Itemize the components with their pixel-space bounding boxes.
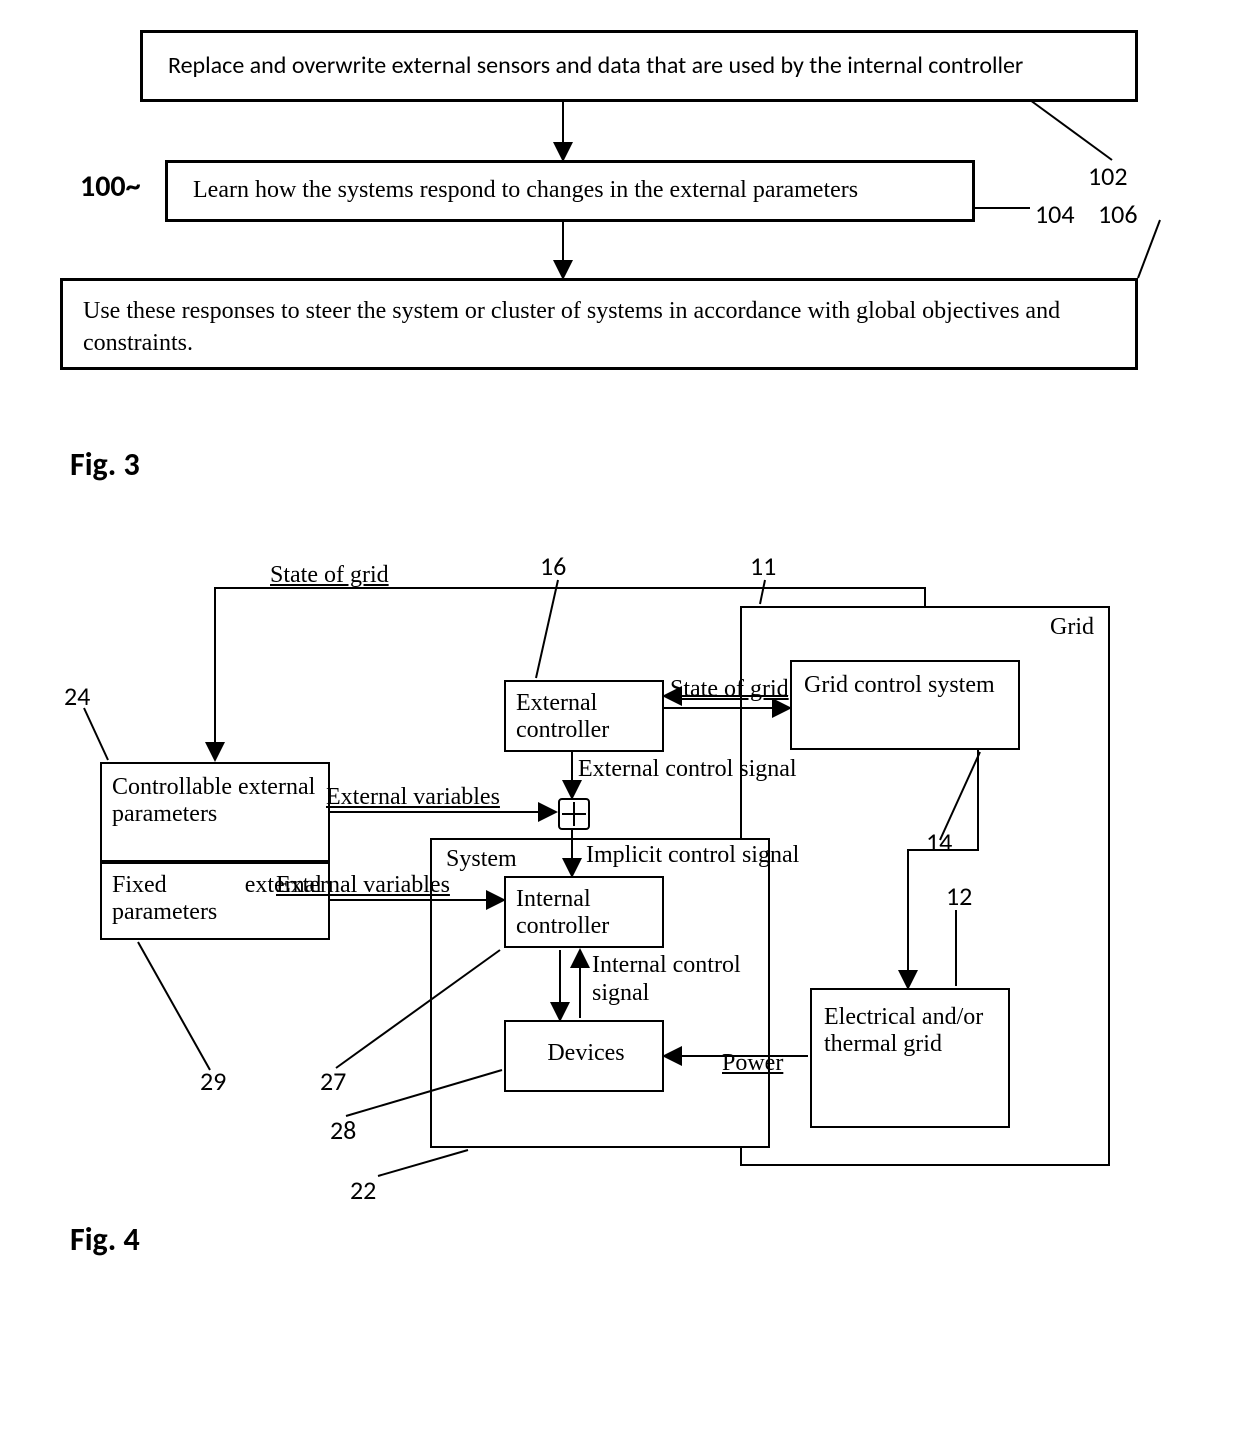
state-of-grid-label: State of grid [270, 562, 389, 589]
fig3-step-3: Use these responses to steer the system … [60, 278, 1138, 370]
fig4-caption: Fig. 4 [70, 1220, 140, 1259]
fig3-step-2: Learn how the systems respond to changes… [165, 160, 975, 222]
electrical-thermal-grid: Electrical and/or thermal grid [810, 988, 1010, 1128]
internal-controller: Internal controller [504, 876, 664, 948]
internal-control-signal-label: Internal control signal [592, 952, 782, 1007]
state-of-grid-label-2: State of grid [670, 676, 780, 702]
fig3-ref-106: 106 [1098, 198, 1138, 230]
internal-controller-text: Internal controller [516, 886, 656, 940]
external-variables-label-1: External variables [326, 784, 500, 811]
fig3-ref-100: 100~ [80, 168, 141, 205]
external-control-signal-label: External control signal [578, 756, 797, 783]
ref-11: 11 [750, 550, 776, 582]
system-label: System [446, 846, 517, 873]
grid-label: Grid [1050, 614, 1094, 641]
ref-29: 29 [200, 1065, 226, 1097]
fig3-step-3-text: Use these responses to steer the system … [83, 295, 1123, 360]
fig3-ref-102: 102 [1088, 160, 1128, 192]
ref-24: 24 [64, 680, 90, 712]
controllable-external-parameters-text: Controllable external parameters [112, 774, 322, 828]
ref-28: 28 [330, 1114, 356, 1146]
ref-16: 16 [540, 550, 566, 582]
fig3-step-2-text: Learn how the systems respond to changes… [193, 177, 973, 204]
ref-12: 12 [946, 880, 972, 912]
external-controller: External controller [504, 680, 664, 752]
controllable-external-parameters: Controllable external parameters [100, 762, 330, 862]
external-controller-text: External controller [516, 690, 656, 744]
grid-control-system-text: Grid control system [804, 672, 1004, 699]
external-variables-label-2: External variables [276, 872, 450, 899]
merge-node [558, 798, 590, 830]
electrical-thermal-grid-text: Electrical and/or thermal grid [824, 1004, 994, 1058]
implicit-control-signal-label: Implicit control signal [586, 842, 799, 869]
ref-27: 27 [320, 1065, 346, 1097]
fig3-caption: Fig. 3 [70, 445, 140, 484]
devices-text: Devices [516, 1040, 656, 1067]
power-label: Power [722, 1050, 783, 1077]
ref-14: 14 [926, 826, 952, 858]
devices: Devices [504, 1020, 664, 1092]
grid-control-system: Grid control system [790, 660, 1020, 750]
fig3-ref-104: 104 [1035, 198, 1075, 230]
fig3-step-1-text: Replace and overwrite external sensors a… [168, 51, 1128, 80]
ref-22: 22 [350, 1174, 376, 1206]
fig3-step-1: Replace and overwrite external sensors a… [140, 30, 1138, 102]
